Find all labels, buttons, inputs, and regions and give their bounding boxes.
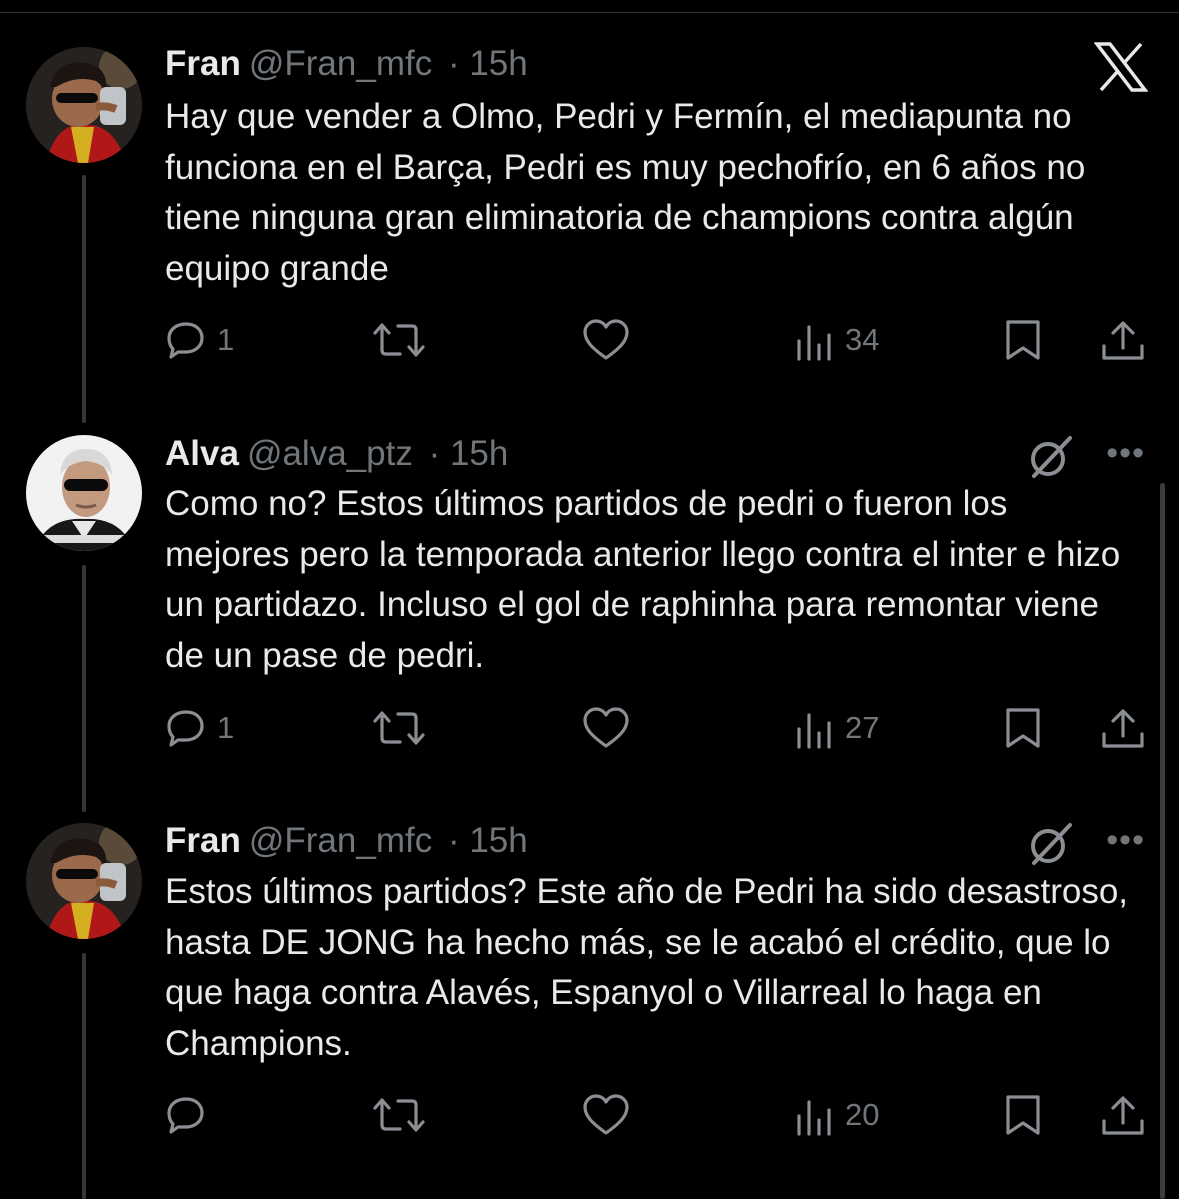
action-bar: 1 34 bbox=[0, 310, 1179, 370]
retweet-button[interactable] bbox=[370, 310, 428, 370]
tweet-text: Hay que vender a Olmo, Pedri y Fermín, e… bbox=[165, 97, 1086, 288]
reply-count: 1 bbox=[217, 322, 235, 357]
like-button[interactable] bbox=[582, 1085, 630, 1145]
view-count: 20 bbox=[845, 1097, 880, 1132]
views-button[interactable]: 34 bbox=[795, 310, 879, 370]
thread-line bbox=[82, 953, 86, 1199]
bookmark-button[interactable] bbox=[1002, 698, 1044, 758]
retweet-icon bbox=[373, 1098, 425, 1132]
avatar[interactable] bbox=[26, 435, 142, 551]
heart-icon bbox=[583, 319, 629, 360]
grok-icon[interactable] bbox=[1026, 821, 1076, 872]
reply-icon bbox=[167, 1097, 204, 1134]
display-name[interactable]: Alva bbox=[165, 434, 239, 473]
reply-button[interactable] bbox=[165, 1085, 217, 1145]
thread-line bbox=[82, 175, 86, 423]
share-icon bbox=[1102, 709, 1144, 748]
grok-icon[interactable] bbox=[1026, 434, 1076, 485]
tweet-text: Como no? Estos últimos partidos de pedri… bbox=[165, 484, 1121, 675]
more-options-icon[interactable]: ••• bbox=[1106, 434, 1145, 473]
bookmark-button[interactable] bbox=[1002, 1085, 1044, 1145]
view-count: 27 bbox=[845, 710, 880, 745]
views-button[interactable]: 27 bbox=[795, 698, 879, 758]
timestamp[interactable]: · 15h bbox=[448, 44, 528, 83]
bookmark-icon bbox=[1006, 320, 1040, 360]
tweet-header: Fran @Fran_mfc · 15h bbox=[165, 821, 528, 861]
share-icon bbox=[1102, 321, 1144, 360]
thread-line bbox=[82, 565, 86, 812]
share-button[interactable] bbox=[1100, 1085, 1146, 1145]
reply-icon bbox=[167, 322, 204, 359]
timestamp[interactable]: · 15h bbox=[448, 821, 528, 860]
more-options-icon[interactable]: ••• bbox=[1106, 821, 1145, 860]
avatar[interactable] bbox=[26, 47, 142, 163]
x-logo-icon[interactable] bbox=[1093, 42, 1149, 97]
reply-button[interactable]: 1 bbox=[165, 698, 234, 758]
share-icon bbox=[1102, 1096, 1144, 1135]
views-icon bbox=[797, 325, 831, 361]
tweet-text: Estos últimos partidos? Este año de Pedr… bbox=[165, 872, 1129, 1063]
share-button[interactable] bbox=[1100, 310, 1146, 370]
reply-icon bbox=[167, 710, 204, 747]
handle[interactable]: @Fran_mfc bbox=[249, 44, 432, 83]
views-icon bbox=[797, 713, 831, 749]
handle[interactable]: @Fran_mfc bbox=[249, 821, 432, 860]
tweet-header: Alva @alva_ptz · 15h bbox=[165, 434, 508, 474]
share-button[interactable] bbox=[1100, 698, 1146, 758]
reply-count: 1 bbox=[217, 710, 235, 745]
handle[interactable]: @alva_ptz bbox=[247, 434, 413, 473]
retweet-button[interactable] bbox=[370, 1085, 428, 1145]
action-bar: 1 27 bbox=[0, 698, 1179, 758]
heart-icon bbox=[583, 707, 629, 748]
retweet-icon bbox=[373, 711, 425, 745]
retweet-icon bbox=[373, 323, 425, 357]
bookmark-icon bbox=[1006, 708, 1040, 748]
action-bar: 20 bbox=[0, 1085, 1179, 1145]
top-divider bbox=[0, 12, 1179, 13]
display-name[interactable]: Fran bbox=[165, 44, 241, 83]
view-count: 34 bbox=[845, 322, 880, 357]
tweet-header: Fran @Fran_mfc · 15h bbox=[165, 44, 528, 84]
like-button[interactable] bbox=[582, 698, 630, 758]
bookmark-button[interactable] bbox=[1002, 310, 1044, 370]
views-icon bbox=[797, 1100, 831, 1136]
like-button[interactable] bbox=[582, 310, 630, 370]
display-name[interactable]: Fran bbox=[165, 821, 241, 860]
timestamp[interactable]: · 15h bbox=[429, 434, 509, 473]
retweet-button[interactable] bbox=[370, 698, 428, 758]
heart-icon bbox=[583, 1094, 629, 1135]
reply-button[interactable]: 1 bbox=[165, 310, 234, 370]
views-button[interactable]: 20 bbox=[795, 1085, 879, 1145]
bookmark-icon bbox=[1006, 1095, 1040, 1135]
avatar[interactable] bbox=[26, 823, 142, 939]
